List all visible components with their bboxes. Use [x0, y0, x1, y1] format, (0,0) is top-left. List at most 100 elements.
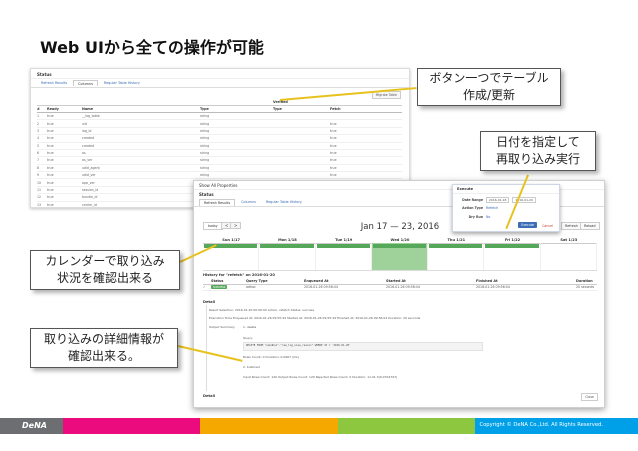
calendar-event[interactable] — [260, 244, 314, 248]
table-cell: true — [47, 195, 54, 200]
tab-columns[interactable]: Columns — [237, 199, 260, 206]
history-row[interactable]: ✓ success adhoc 2016-01-26 09:56:44 2016… — [203, 284, 597, 291]
action-type-label: Action Type — [462, 206, 483, 210]
detail-execution-time: Execution Time Enqueued At: 2016-01-26 0… — [209, 316, 421, 320]
execute-button[interactable]: Execute — [518, 222, 537, 228]
table-cell — [273, 122, 330, 126]
col-header-verified-type: Type — [273, 107, 282, 111]
check-icon: ✓ — [203, 285, 206, 289]
calendar-day-cell[interactable] — [484, 243, 541, 270]
table-cell — [273, 173, 330, 177]
tab-regular-table-history[interactable]: Regular Table History — [100, 80, 144, 86]
table-cell: true — [47, 173, 54, 178]
callout-text: 作成/更新 — [462, 88, 516, 102]
callout-text: ボタン一つでテーブル — [429, 71, 549, 85]
history-col-header: Query Type — [246, 279, 268, 283]
table-cell: udid_agent — [82, 165, 100, 170]
query-type: adhoc — [246, 285, 256, 289]
table-cell: string — [200, 151, 210, 156]
table-cell: 3 — [37, 128, 40, 133]
execute-dialog-title: Execute — [453, 185, 559, 194]
calendar-day-cell[interactable] — [316, 243, 372, 270]
table-cell — [273, 136, 330, 140]
reload-button[interactable]: Reload — [580, 222, 600, 230]
table-cell: true — [330, 121, 337, 126]
table-cell: 10 — [37, 180, 42, 185]
table-cell — [273, 158, 330, 162]
table-cell: 7 — [37, 158, 40, 163]
tab-regular-table-history[interactable]: Regular Table History — [262, 199, 306, 206]
back-tabs: Refresh Results Columns Regular Table Hi… — [31, 79, 409, 88]
refresh-button[interactable]: Refresh — [561, 222, 582, 230]
calendar-day-cell[interactable] — [428, 243, 485, 270]
table-cell: string — [200, 173, 210, 178]
detail-query-label: Query: — [243, 336, 253, 340]
close-button[interactable]: Close — [581, 393, 598, 401]
table-row[interactable]: 7 true os_ver string true — [37, 157, 402, 165]
today-button[interactable]: today — [203, 222, 223, 230]
calendar-day-cell[interactable] — [541, 243, 597, 270]
table-cell: true — [47, 165, 54, 170]
col-header-num: # — [37, 107, 40, 111]
date-from-input[interactable]: 2016-01-18 — [486, 197, 510, 203]
table-row[interactable]: 6 true os string true — [37, 150, 402, 158]
detail-title[interactable]: Detail — [203, 300, 215, 304]
table-row[interactable]: 4 true created string true — [37, 135, 402, 143]
calendar-event[interactable] — [316, 244, 370, 248]
history-col-header: Finished At — [476, 279, 498, 283]
footer-segment — [200, 418, 338, 434]
calendar-day-cell[interactable] — [259, 243, 316, 270]
cancel-button[interactable]: Cancel — [542, 224, 553, 228]
table-cell: 9 — [37, 173, 40, 178]
action-type-select[interactable]: Refetch — [486, 206, 498, 210]
table-cell: true — [330, 158, 337, 163]
dry-run-select[interactable]: No — [486, 215, 490, 219]
slide-title: Web UIから全ての操作が可能 — [40, 38, 264, 57]
table-cell: 5 — [37, 143, 40, 148]
calendar-event[interactable] — [485, 244, 539, 248]
table-cell: created — [82, 136, 95, 141]
calendar-event[interactable] — [429, 244, 483, 248]
table-cell: __log_table — [82, 114, 100, 119]
table-cell: true — [330, 165, 337, 170]
callout-text: 再取り込み実行 — [495, 152, 580, 166]
tab-columns[interactable]: Columns — [73, 80, 98, 86]
table-cell: os_ver — [82, 158, 93, 163]
detail-title-collapsed[interactable]: Detail — [203, 394, 215, 398]
table-cell: true — [47, 187, 54, 192]
table-row[interactable]: 1 true __log_table string — [37, 113, 402, 121]
detail-output-summary-label: Output Summary — [209, 325, 235, 329]
table-cell: 13 — [37, 202, 42, 207]
table-cell: true — [47, 143, 54, 148]
table-cell: udid_ver — [82, 173, 96, 178]
calendar-day-cell-selected[interactable] — [371, 243, 429, 270]
footer-segment — [62, 418, 201, 434]
table-cell: app_ver — [82, 180, 95, 185]
table-row[interactable]: 9 true udid_ver string true — [37, 172, 402, 180]
enqueued-at: 2016-01-26 09:56:44 — [304, 285, 338, 289]
tab-refresh-results[interactable]: Refresh Results — [37, 80, 71, 86]
detail-panel: Result Selection: 2016-01-20 00:00:00 Ac… — [206, 305, 596, 391]
table-row[interactable]: 8 true udid_agent string true — [37, 165, 402, 172]
table-cell: 4 — [37, 136, 40, 141]
table-row[interactable]: 2 true uid string true — [37, 120, 402, 128]
callout-text: カレンダーで取り込み — [45, 254, 165, 268]
table-header-group: Verified — [37, 99, 402, 106]
table-row[interactable]: 5 true created string true — [37, 143, 402, 150]
history-title: History for "refetch" on 2016-01-20 — [203, 273, 275, 277]
calendar-event[interactable] — [372, 244, 427, 248]
table-row[interactable]: 3 true log_id string true — [37, 128, 402, 136]
dry-run-label: Dry Run — [468, 215, 483, 219]
table-cell: true — [47, 158, 54, 163]
next-week-button[interactable]: > — [230, 222, 242, 229]
table-cell — [273, 114, 330, 118]
detail-step-delete: 1. delete — [243, 325, 257, 329]
table-cell: true — [47, 136, 54, 141]
history-col-header: Enqueued At — [304, 279, 329, 283]
tab-refresh-results[interactable]: Refresh Results — [199, 199, 236, 206]
table-cell: os — [82, 151, 86, 156]
detail-query: DELETE FROM "sandbox"."raw_log_view_reso… — [243, 342, 483, 351]
table-cell: log_id — [82, 128, 92, 133]
detail-result: Result Selection: 2016-01-20 00:00:00 Ac… — [209, 308, 315, 312]
col-header-type: Type — [200, 107, 209, 111]
